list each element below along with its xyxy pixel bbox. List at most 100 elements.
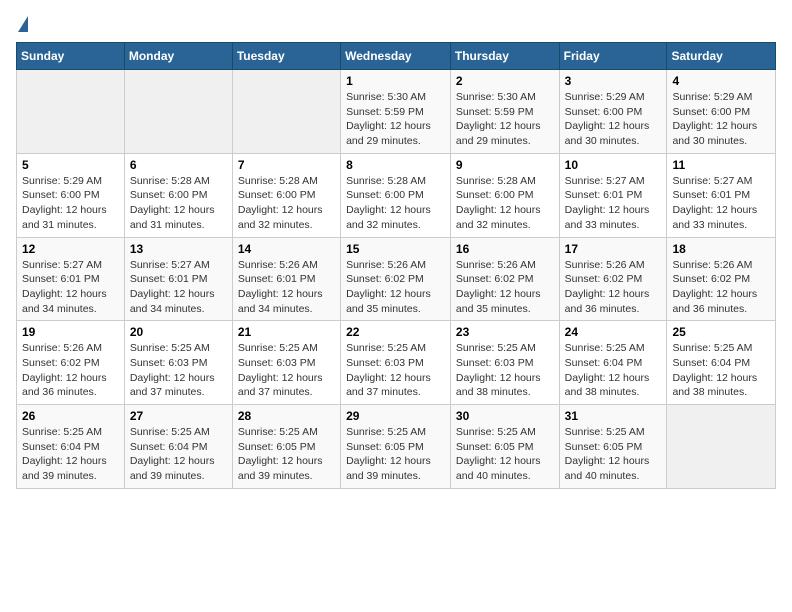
calendar-cell: 18 Sunrise: 5:26 AM Sunset: 6:02 PM Dayli…	[667, 237, 776, 321]
day-number: 21	[238, 325, 335, 339]
calendar-cell: 15 Sunrise: 5:26 AM Sunset: 6:02 PM Dayli…	[341, 237, 451, 321]
day-header-sunday: Sunday	[17, 43, 125, 70]
header	[16, 16, 776, 34]
day-number: 27	[130, 409, 227, 423]
day-info: Sunrise: 5:29 AM Sunset: 6:00 PM Dayligh…	[565, 90, 662, 149]
calendar-cell: 17 Sunrise: 5:26 AM Sunset: 6:02 PM Dayli…	[559, 237, 667, 321]
day-info: Sunrise: 5:26 AM Sunset: 6:02 PM Dayligh…	[672, 258, 770, 317]
day-info: Sunrise: 5:27 AM Sunset: 6:01 PM Dayligh…	[22, 258, 119, 317]
day-number: 4	[672, 74, 770, 88]
calendar-week-4: 19Sunrise: 5:26 AM Sunset: 6:02 PM Dayli…	[17, 321, 776, 405]
calendar-cell: 30 Sunrise: 5:25 AM Sunset: 6:05 PM Dayli…	[450, 405, 559, 489]
day-number: 30	[456, 409, 554, 423]
day-info: Sunrise: 5:29 AM Sunset: 6:00 PM Dayligh…	[672, 90, 770, 149]
calendar-cell	[667, 405, 776, 489]
calendar-cell: 7 Sunrise: 5:28 AM Sunset: 6:00 PM Daylig…	[232, 153, 340, 237]
day-info: Sunrise: 5:25 AM Sunset: 6:05 PM Dayligh…	[238, 425, 335, 484]
day-info: Sunrise: 5:27 AM Sunset: 6:01 PM Dayligh…	[130, 258, 227, 317]
calendar-cell: 22 Sunrise: 5:25 AM Sunset: 6:03 PM Dayli…	[341, 321, 451, 405]
calendar-cell: 6 Sunrise: 5:28 AM Sunset: 6:00 PM Daylig…	[124, 153, 232, 237]
day-info: Sunrise: 5:26 AM Sunset: 6:02 PM Dayligh…	[22, 341, 119, 400]
calendar-cell: 25 Sunrise: 5:25 AM Sunset: 6:04 PM Dayli…	[667, 321, 776, 405]
day-number: 22	[346, 325, 445, 339]
day-number: 3	[565, 74, 662, 88]
calendar-cell: 23 Sunrise: 5:25 AM Sunset: 6:03 PM Dayli…	[450, 321, 559, 405]
calendar-cell: 21 Sunrise: 5:25 AM Sunset: 6:03 PM Dayli…	[232, 321, 340, 405]
calendar-cell: 10Sunrise: 5:27 AM Sunset: 6:01 PM Dayli…	[559, 153, 667, 237]
calendar-header-row: SundayMondayTuesdayWednesdayThursdayFrid…	[17, 43, 776, 70]
day-number: 25	[672, 325, 770, 339]
day-number: 8	[346, 158, 445, 172]
calendar-cell: 20 Sunrise: 5:25 AM Sunset: 6:03 PM Dayli…	[124, 321, 232, 405]
calendar-week-2: 5 Sunrise: 5:29 AM Sunset: 6:00 PM Daylig…	[17, 153, 776, 237]
day-header-saturday: Saturday	[667, 43, 776, 70]
day-number: 14	[238, 242, 335, 256]
day-info: Sunrise: 5:28 AM Sunset: 6:00 PM Dayligh…	[130, 174, 227, 233]
calendar-cell: 29Sunrise: 5:25 AM Sunset: 6:05 PM Dayli…	[341, 405, 451, 489]
day-number: 28	[238, 409, 335, 423]
day-info: Sunrise: 5:27 AM Sunset: 6:01 PM Dayligh…	[672, 174, 770, 233]
day-info: Sunrise: 5:25 AM Sunset: 6:03 PM Dayligh…	[346, 341, 445, 400]
day-number: 6	[130, 158, 227, 172]
day-number: 26	[22, 409, 119, 423]
calendar-cell: 13 Sunrise: 5:27 AM Sunset: 6:01 PM Dayli…	[124, 237, 232, 321]
calendar-cell: 9Sunrise: 5:28 AM Sunset: 6:00 PM Daylig…	[450, 153, 559, 237]
day-number: 29	[346, 409, 445, 423]
day-number: 31	[565, 409, 662, 423]
day-number: 2	[456, 74, 554, 88]
day-number: 9	[456, 158, 554, 172]
calendar-cell: 27 Sunrise: 5:25 AM Sunset: 6:04 PM Dayli…	[124, 405, 232, 489]
day-number: 11	[672, 158, 770, 172]
day-header-thursday: Thursday	[450, 43, 559, 70]
day-header-monday: Monday	[124, 43, 232, 70]
day-info: Sunrise: 5:26 AM Sunset: 6:02 PM Dayligh…	[456, 258, 554, 317]
day-number: 24	[565, 325, 662, 339]
day-number: 23	[456, 325, 554, 339]
day-info: Sunrise: 5:30 AM Sunset: 5:59 PM Dayligh…	[346, 90, 445, 149]
calendar-cell: 3 Sunrise: 5:29 AM Sunset: 6:00 PM Daylig…	[559, 70, 667, 154]
day-header-friday: Friday	[559, 43, 667, 70]
day-number: 18	[672, 242, 770, 256]
calendar-cell: 11 Sunrise: 5:27 AM Sunset: 6:01 PM Dayli…	[667, 153, 776, 237]
day-info: Sunrise: 5:25 AM Sunset: 6:04 PM Dayligh…	[672, 341, 770, 400]
day-info: Sunrise: 5:25 AM Sunset: 6:03 PM Dayligh…	[130, 341, 227, 400]
calendar-cell: 19Sunrise: 5:26 AM Sunset: 6:02 PM Dayli…	[17, 321, 125, 405]
calendar-cell: 12 Sunrise: 5:27 AM Sunset: 6:01 PM Dayli…	[17, 237, 125, 321]
calendar-cell: 4 Sunrise: 5:29 AM Sunset: 6:00 PM Daylig…	[667, 70, 776, 154]
day-number: 17	[565, 242, 662, 256]
day-number: 7	[238, 158, 335, 172]
calendar-cell: 26 Sunrise: 5:25 AM Sunset: 6:04 PM Dayli…	[17, 405, 125, 489]
day-number: 10	[565, 158, 662, 172]
logo-triangle-icon	[18, 16, 28, 32]
day-header-tuesday: Tuesday	[232, 43, 340, 70]
day-number: 16	[456, 242, 554, 256]
day-info: Sunrise: 5:30 AM Sunset: 5:59 PM Dayligh…	[456, 90, 554, 149]
calendar-cell: 31Sunrise: 5:25 AM Sunset: 6:05 PM Dayli…	[559, 405, 667, 489]
day-info: Sunrise: 5:26 AM Sunset: 6:02 PM Dayligh…	[346, 258, 445, 317]
day-number: 12	[22, 242, 119, 256]
day-number: 15	[346, 242, 445, 256]
day-info: Sunrise: 5:28 AM Sunset: 6:00 PM Dayligh…	[238, 174, 335, 233]
day-info: Sunrise: 5:25 AM Sunset: 6:04 PM Dayligh…	[130, 425, 227, 484]
day-info: Sunrise: 5:29 AM Sunset: 6:00 PM Dayligh…	[22, 174, 119, 233]
calendar-table: SundayMondayTuesdayWednesdayThursdayFrid…	[16, 42, 776, 489]
calendar-cell: 28 Sunrise: 5:25 AM Sunset: 6:05 PM Dayli…	[232, 405, 340, 489]
calendar-cell: 24Sunrise: 5:25 AM Sunset: 6:04 PM Dayli…	[559, 321, 667, 405]
calendar-cell: 1 Sunrise: 5:30 AM Sunset: 5:59 PM Daylig…	[341, 70, 451, 154]
day-number: 13	[130, 242, 227, 256]
logo	[16, 16, 28, 34]
calendar-cell	[17, 70, 125, 154]
day-number: 20	[130, 325, 227, 339]
calendar-cell: 16 Sunrise: 5:26 AM Sunset: 6:02 PM Dayli…	[450, 237, 559, 321]
day-info: Sunrise: 5:26 AM Sunset: 6:02 PM Dayligh…	[565, 258, 662, 317]
calendar-cell	[124, 70, 232, 154]
day-number: 5	[22, 158, 119, 172]
day-info: Sunrise: 5:25 AM Sunset: 6:04 PM Dayligh…	[22, 425, 119, 484]
calendar-week-3: 12 Sunrise: 5:27 AM Sunset: 6:01 PM Dayli…	[17, 237, 776, 321]
day-header-wednesday: Wednesday	[341, 43, 451, 70]
day-info: Sunrise: 5:25 AM Sunset: 6:03 PM Dayligh…	[238, 341, 335, 400]
day-number: 1	[346, 74, 445, 88]
day-info: Sunrise: 5:25 AM Sunset: 6:03 PM Dayligh…	[456, 341, 554, 400]
day-info: Sunrise: 5:25 AM Sunset: 6:05 PM Dayligh…	[456, 425, 554, 484]
day-info: Sunrise: 5:26 AM Sunset: 6:01 PM Dayligh…	[238, 258, 335, 317]
